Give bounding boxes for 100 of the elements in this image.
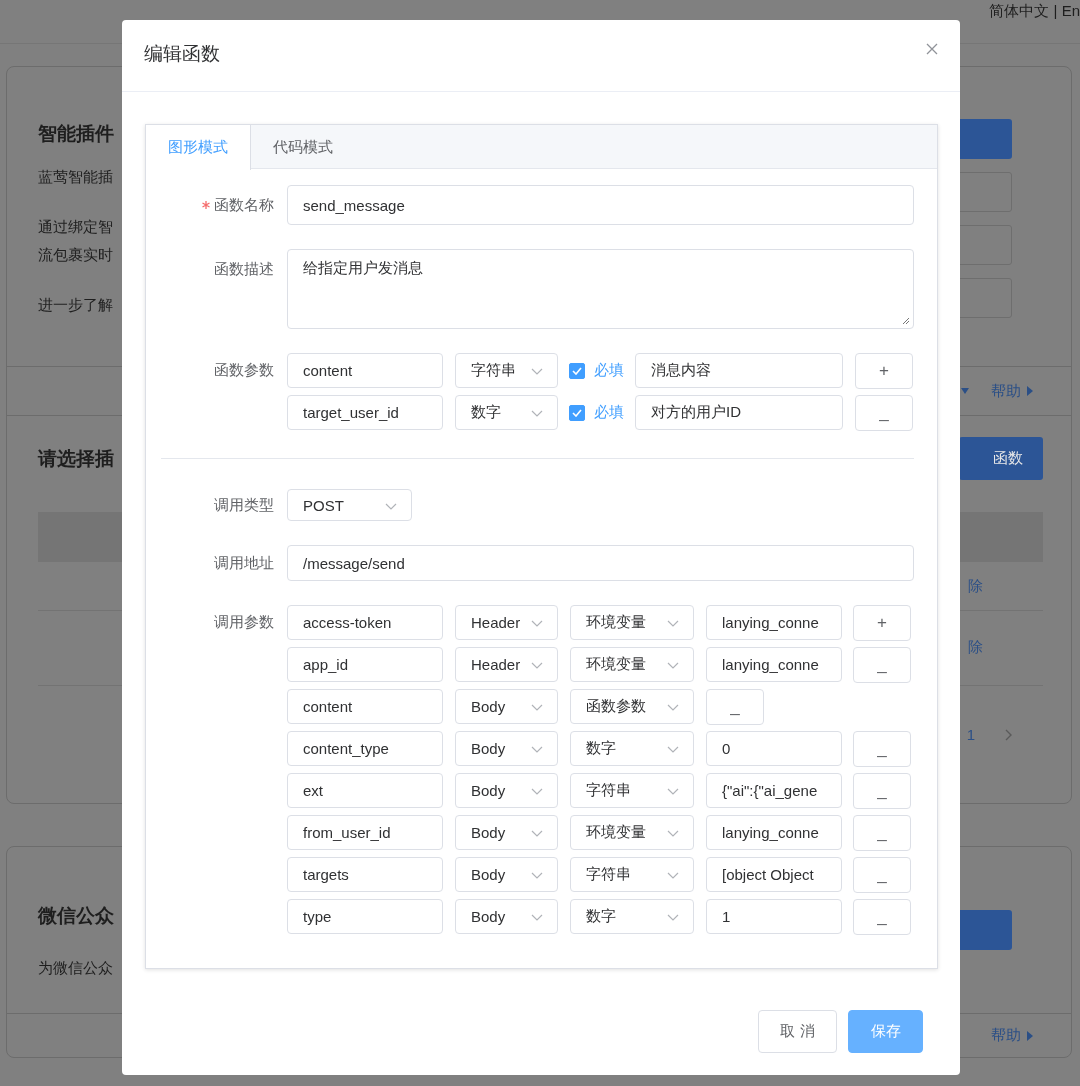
chevron-down-icon	[531, 872, 543, 880]
chevron-down-icon	[531, 830, 543, 838]
select-field[interactable]: 数字	[570, 899, 694, 934]
text-field[interactable]: content_type	[287, 731, 443, 766]
text-field[interactable]: targets	[287, 857, 443, 892]
select-field[interactable]: 字符串	[455, 353, 558, 388]
text-field[interactable]: lanying_conne	[706, 647, 842, 682]
text-field[interactable]: from_user_id	[287, 815, 443, 850]
text-field[interactable]: lanying_conne	[706, 815, 842, 850]
chevron-down-icon	[667, 704, 679, 712]
text-field[interactable]: access-token	[287, 605, 443, 640]
select-field[interactable]: 函数参数	[570, 689, 694, 724]
select-field[interactable]: 字符串	[570, 857, 694, 892]
chevron-down-icon	[531, 914, 543, 922]
chevron-down-icon	[667, 830, 679, 838]
select-field[interactable]: Body	[455, 689, 558, 724]
text-field[interactable]: 1	[706, 899, 842, 934]
text-field[interactable]: lanying_conne	[706, 605, 842, 640]
text-field[interactable]: app_id	[287, 647, 443, 682]
text-field[interactable]: 0	[706, 731, 842, 766]
field-label: 函数描述	[214, 259, 274, 279]
caret-right-icon	[1027, 1030, 1033, 1041]
close-icon	[926, 42, 938, 55]
section-title: 微信公众	[38, 904, 114, 928]
select-field[interactable]: Body	[455, 899, 558, 934]
field-label: 调用参数	[214, 613, 274, 632]
select-field[interactable]: 数字	[570, 731, 694, 766]
text-line: 为微信公众	[38, 959, 114, 978]
remove-button[interactable]: _	[853, 646, 911, 683]
select-field[interactable]: Body	[455, 857, 558, 892]
text-line: 蓝莺智能插	[38, 168, 114, 187]
field-label: 函数参数	[214, 361, 274, 380]
chevron-down-icon	[667, 746, 679, 754]
select-field[interactable]: 环境变量	[570, 605, 694, 640]
cancel-button[interactable]: 取 消	[758, 1010, 837, 1053]
checkbox[interactable]	[569, 404, 585, 421]
text-field[interactable]: {"ai":{"ai_gene	[706, 773, 842, 808]
chevron-down-icon	[667, 872, 679, 880]
dialog-title: 编辑函数	[144, 41, 220, 66]
language-options: 简体中文 | En	[989, 2, 1080, 21]
remove-button[interactable]: _	[853, 772, 911, 809]
checkbox[interactable]	[569, 362, 585, 379]
chevron-down-icon	[667, 662, 679, 670]
chevron-down-icon	[531, 662, 543, 670]
chevron-down-icon	[531, 368, 543, 376]
select-field[interactable]: POST	[287, 489, 412, 521]
select-field[interactable]: 环境变量	[570, 815, 694, 850]
text-field[interactable]: 对方的用户ID	[635, 395, 843, 430]
text-field[interactable]: send_message	[287, 185, 914, 225]
text-field[interactable]: content	[287, 353, 443, 388]
chevron-down-icon	[531, 788, 543, 796]
chevron-down-icon	[667, 914, 679, 922]
caret-right-icon	[1027, 386, 1033, 396]
checkmark-icon	[572, 408, 582, 417]
chevron-down-icon	[531, 410, 543, 418]
text-field[interactable]: type	[287, 899, 443, 934]
text-field[interactable]: [object Object	[706, 857, 842, 892]
tab[interactable]: 代码模式	[251, 125, 356, 169]
chevron-down-icon	[531, 620, 543, 628]
next-page-icon	[1005, 728, 1013, 741]
text-field[interactable]: content	[287, 689, 443, 724]
select-field[interactable]: Body	[455, 815, 558, 850]
remove-button[interactable]: _	[853, 814, 911, 851]
text-field[interactable]: 消息内容	[635, 353, 843, 388]
close-button[interactable]	[926, 42, 938, 55]
field-label: 调用地址	[214, 553, 274, 573]
remove-button[interactable]: _	[853, 898, 911, 935]
resize-handle-icon	[902, 317, 910, 325]
text-line: 流包裹实时	[38, 246, 114, 265]
section-title: 请选择插	[38, 446, 114, 471]
section-title: 智能插件	[38, 122, 114, 146]
field-label: 函数名称	[214, 195, 274, 215]
text-line: 进一步了解	[38, 296, 114, 315]
checkmark-icon	[572, 366, 582, 375]
text-field[interactable]: 给指定用户发消息	[287, 249, 914, 329]
chevron-down-icon	[531, 746, 543, 754]
chevron-down-icon	[385, 502, 397, 511]
remove-button[interactable]: _	[706, 688, 764, 725]
text-field[interactable]: target_user_id	[287, 395, 443, 430]
text-field[interactable]: ext	[287, 773, 443, 808]
text-line: 通过绑定智	[38, 218, 114, 237]
field-label: 调用类型	[214, 495, 274, 515]
caret-down-icon	[961, 388, 969, 394]
select-field[interactable]: 字符串	[570, 773, 694, 808]
remove-button[interactable]: _	[853, 730, 911, 767]
select-field[interactable]: Header	[455, 605, 558, 640]
select-field[interactable]: 环境变量	[570, 647, 694, 682]
chevron-down-icon	[667, 788, 679, 796]
chevron-down-icon	[667, 620, 679, 628]
select-field[interactable]: 数字	[455, 395, 558, 430]
remove-button[interactable]: _	[855, 394, 913, 431]
select-field[interactable]: Body	[455, 773, 558, 808]
remove-button[interactable]: _	[853, 856, 911, 893]
select-field[interactable]: Body	[455, 731, 558, 766]
text-field[interactable]: /message/send	[287, 545, 914, 581]
add-button[interactable]: +	[855, 352, 913, 389]
chevron-down-icon	[531, 704, 543, 712]
add-button[interactable]: +	[853, 604, 911, 641]
add-function-button[interactable]: 函数	[959, 437, 1043, 480]
select-field[interactable]: Header	[455, 647, 558, 682]
